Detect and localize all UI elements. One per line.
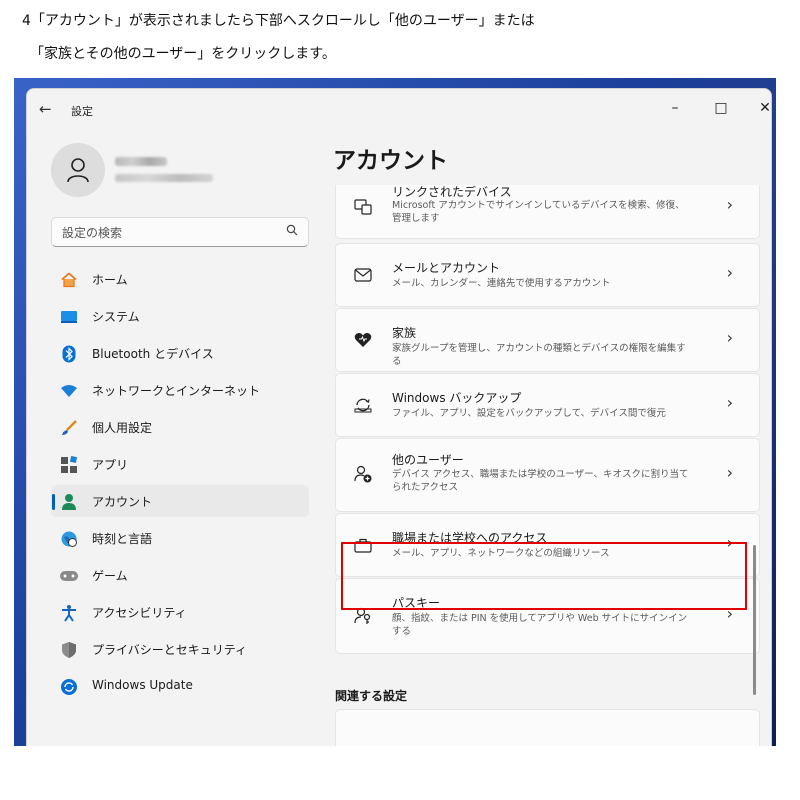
sidebar-item-home[interactable]: ホーム xyxy=(51,263,309,295)
sidebar-item-bluetooth[interactable]: Bluetooth とデバイス xyxy=(51,337,309,369)
arrow-left-icon[interactable]: ← xyxy=(39,100,52,118)
card-title: 家族 xyxy=(392,326,417,340)
apps-icon xyxy=(59,455,79,475)
sidebar-item-accessibility[interactable]: アクセシビリティ xyxy=(51,596,309,628)
sidebar-nav: ホーム システム Bluetooth とデバイス ネットワークとインターネット xyxy=(51,263,309,707)
bluetooth-icon xyxy=(59,344,79,364)
sidebar-item-personalization[interactable]: 個人用設定 xyxy=(51,411,309,443)
sidebar-item-label: ゲーム xyxy=(92,569,128,583)
chevron-right-icon: › xyxy=(726,195,733,214)
scrollbar[interactable] xyxy=(753,545,756,695)
card-title: メールとアカウント xyxy=(392,261,501,275)
sidebar-item-label: アプリ xyxy=(92,458,129,472)
sidebar-item-gaming[interactable]: ゲーム xyxy=(51,559,309,591)
card-description: デバイス アクセス、職場または学校のユーザー、キオスクに割り当てられたアクセス xyxy=(392,469,689,493)
linked-devices-icon xyxy=(352,196,374,218)
related-settings-heading: 関連する設定 xyxy=(335,689,408,703)
screenshot-frame: ← 設定 – □ ✕ 設定の検索 ホーム システム Bluetooth とデバイ… xyxy=(14,78,776,746)
close-button[interactable]: ✕ xyxy=(747,97,771,119)
sidebar-item-label: ネットワークとインターネット xyxy=(92,384,261,398)
card-description: 顔、指紋、または PIN を使用してアプリや Web サイトにサインインする xyxy=(392,613,688,637)
sidebar-item-windows-update[interactable]: Windows Update xyxy=(51,670,309,702)
search-input[interactable]: 設定の検索 xyxy=(51,217,309,247)
sidebar-item-label: システム xyxy=(92,310,140,324)
highlight-box xyxy=(341,542,747,610)
page-title: アカウント xyxy=(333,148,448,174)
avatar xyxy=(51,143,105,197)
settings-window: ← 設定 – □ ✕ 設定の検索 ホーム システム Bluetooth とデバイ… xyxy=(26,88,772,746)
card-title: Windows バックアップ xyxy=(392,391,522,405)
chevron-right-icon: › xyxy=(726,393,733,412)
accessibility-icon xyxy=(59,603,79,623)
shield-icon xyxy=(59,640,79,660)
person-icon xyxy=(59,492,79,512)
sidebar-item-time-language[interactable]: 時刻と言語 xyxy=(51,522,309,554)
minimize-button[interactable]: – xyxy=(657,97,693,119)
card-description: メール、カレンダー、連絡先で使用するアカウント xyxy=(392,278,611,289)
card-email-accounts[interactable]: メールとアカウント メール、カレンダー、連絡先で使用するアカウント › xyxy=(335,243,760,307)
chevron-right-icon: › xyxy=(726,263,733,282)
search-icon xyxy=(286,224,298,236)
card-title: リンクされたデバイス xyxy=(392,185,512,199)
mail-icon xyxy=(352,264,374,286)
title-bar: ← 設定 – □ ✕ xyxy=(27,89,771,131)
card-other-users[interactable]: 他のユーザー デバイス アクセス、職場または学校のユーザー、キオスクに割り当てら… xyxy=(335,438,760,512)
sidebar-item-label: アクセシビリティ xyxy=(92,606,187,620)
main-content: リンクされたデバイス Microsoft アカウントでサインインしているデバイス… xyxy=(333,185,761,746)
selection-indicator xyxy=(52,494,55,510)
sidebar-item-label: Bluetooth とデバイス xyxy=(92,347,214,361)
family-heart-icon xyxy=(352,329,374,351)
card-windows-backup[interactable]: Windows バックアップ ファイル、アプリ、設定をバックアップして、デバイス… xyxy=(335,373,760,437)
sidebar-item-label: 時刻と言語 xyxy=(92,532,153,546)
sidebar-item-label: Windows Update xyxy=(92,678,193,692)
instruction-line-1: 4「アカウント」が表示されましたら下部へスクロールし「他のユーザー」または xyxy=(22,13,535,29)
sidebar-item-network[interactable]: ネットワークとインターネット xyxy=(51,374,309,406)
update-icon xyxy=(59,677,79,697)
sidebar-item-privacy[interactable]: プライバシーとセキュリティ xyxy=(51,633,309,665)
brush-icon xyxy=(59,418,79,438)
globe-clock-icon xyxy=(59,529,79,549)
sidebar-item-label: ホーム xyxy=(92,273,128,287)
card-related-setting[interactable] xyxy=(335,709,760,746)
backup-icon xyxy=(352,394,374,416)
home-icon xyxy=(59,270,79,290)
chevron-right-icon: › xyxy=(726,463,733,482)
sidebar-item-system[interactable]: システム xyxy=(51,300,309,332)
user-email-redacted xyxy=(115,174,213,182)
card-description: ファイル、アプリ、設定をバックアップして、デバイス間で復元 xyxy=(392,408,666,419)
window-title: 設定 xyxy=(71,105,93,118)
sidebar-item-label: プライバシーとセキュリティ xyxy=(92,643,248,657)
user-name-redacted xyxy=(115,157,167,166)
instruction-line-2: 「家族とその他のユーザー」をクリックします。 xyxy=(30,46,336,62)
monitor-icon xyxy=(59,307,79,327)
card-linked-devices[interactable]: リンクされたデバイス Microsoft アカウントでサインインしているデバイス… xyxy=(335,185,760,239)
sidebar-item-apps[interactable]: アプリ xyxy=(51,448,309,480)
card-description: Microsoft アカウントでサインインしているデバイスを検索、修復、管理しま… xyxy=(392,200,685,224)
search-placeholder: 設定の検索 xyxy=(62,226,123,240)
person-icon xyxy=(67,158,89,183)
maximize-button[interactable]: □ xyxy=(703,97,739,119)
card-family[interactable]: 家族 家族グループを管理し、アカウントの種類とデバイスの権限を編集する › xyxy=(335,308,760,372)
add-user-icon xyxy=(352,463,374,485)
sidebar-item-label: アカウント xyxy=(92,495,153,509)
gamepad-icon xyxy=(59,566,79,586)
chevron-right-icon: › xyxy=(726,328,733,347)
card-title: 他のユーザー xyxy=(392,453,464,467)
card-description: 家族グループを管理し、アカウントの種類とデバイスの権限を編集する xyxy=(392,343,686,367)
wifi-icon xyxy=(59,381,79,401)
sidebar-item-label: 個人用設定 xyxy=(92,421,153,435)
sidebar-item-accounts[interactable]: アカウント xyxy=(51,485,309,517)
